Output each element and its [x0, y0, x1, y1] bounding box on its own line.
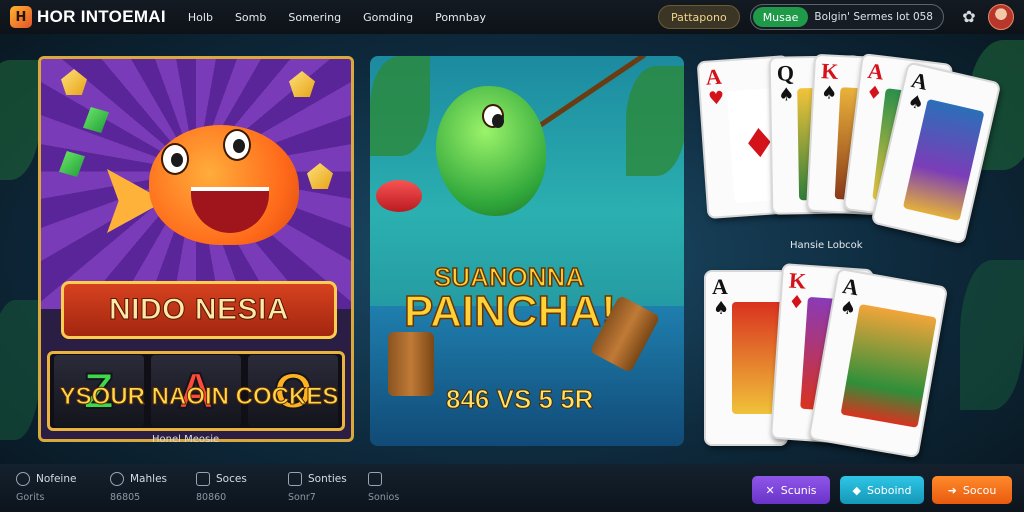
logo-icon: H	[10, 6, 32, 28]
bottom-nav-label: Nofeine	[36, 473, 77, 485]
header-combo-text: Bolgin' Sermes lot 058	[814, 11, 933, 23]
diamond-suit-icon: ♦	[787, 291, 806, 314]
nav-link-pomnbay[interactable]: Pomnbay	[435, 11, 486, 24]
bottom-nav-sub: 80860	[196, 492, 227, 503]
clock-icon	[110, 472, 124, 486]
ribbon-title: NIDO NESIA	[108, 293, 290, 327]
settings-gear-icon[interactable]: ✿	[960, 8, 978, 26]
bottom-nav-item[interactable]: Soces 80860	[196, 472, 247, 503]
user-avatar[interactable]	[988, 4, 1014, 30]
close-x-icon: ✕	[765, 483, 775, 497]
wooden-log	[388, 332, 434, 396]
action-button-orange[interactable]: ➜ Socou	[932, 476, 1012, 504]
fish-eye	[482, 104, 504, 128]
title-ribbon: NIDO NESIA	[61, 281, 337, 339]
slot-caption: YSOUR NAOIN COCKES	[59, 383, 339, 411]
leaf-decor	[626, 66, 684, 176]
cards-top-label: Hansie Lobcok	[790, 240, 863, 251]
monitor-icon	[288, 472, 302, 486]
gamepad-icon: ◆	[852, 483, 862, 497]
top-navbar: H HOR INTOEMAI Holb Somb Somering Gomdin…	[0, 0, 1024, 34]
spade-suit-icon: ♠	[838, 296, 858, 321]
circle-icon	[16, 472, 30, 486]
spade-suit-icon: ♠	[713, 298, 730, 319]
card-rank: A	[840, 272, 861, 301]
action-button-teal[interactable]: ◆ Soboind	[840, 476, 924, 504]
arrow-icon: ➜	[947, 483, 957, 497]
nav-link-holb[interactable]: Holb	[188, 11, 213, 24]
action-button-label: Socou	[962, 483, 997, 497]
bottom-nav-sub: Sonr7	[288, 492, 316, 503]
site-logo[interactable]: H HOR INTOEMAI	[10, 6, 166, 28]
header-green-button[interactable]: Musae	[752, 7, 809, 27]
bottom-nav-sub: 86805	[110, 492, 141, 503]
logo-text: HOR INTOEMAI	[37, 7, 166, 26]
bottom-nav-item[interactable]: Nofeine Gorits	[16, 472, 76, 503]
bottom-nav-sub: Gorits	[16, 492, 45, 503]
bottom-nav-label: Soces	[216, 473, 247, 485]
game-tile-fishing[interactable]: SUANONNA PAINCHA! 846 VS 5 5R	[370, 56, 684, 446]
leaf-decor	[0, 60, 40, 180]
bottom-nav-sub: Sonios	[368, 492, 400, 503]
spade-suit-icon: ♠	[820, 82, 838, 104]
card-rank: A	[712, 274, 728, 299]
nav-link-somering[interactable]: Somering	[288, 11, 341, 24]
fish-eye	[161, 143, 189, 175]
header-account-combo[interactable]: Musae Bolgin' Sermes lot 058	[749, 4, 944, 30]
action-button-label: Soboind	[867, 483, 912, 497]
card-rank: K	[788, 267, 808, 294]
card-rank: A	[704, 63, 723, 90]
action-button-purple[interactable]: ✕ Scunis	[752, 476, 830, 504]
bottom-nav-item[interactable]: Sonties Sonr7	[288, 472, 347, 503]
leaf-decor	[0, 300, 40, 440]
leaf-decor	[960, 260, 1024, 410]
header-pill-button[interactable]: Pattapono	[658, 5, 740, 29]
bag-icon	[368, 472, 382, 486]
spade-suit-icon: ♠	[905, 90, 927, 115]
nav-link-gomding[interactable]: Gomding	[363, 11, 413, 24]
left-tile-label: Honel Meosie	[152, 434, 220, 445]
heart-suit-icon: ♥	[707, 87, 726, 110]
leaf-decor	[370, 56, 430, 156]
card-art	[840, 303, 937, 428]
diamond-suit-icon: ♦	[864, 81, 884, 105]
bottom-nav-label: Sonties	[308, 473, 347, 485]
card-rank: Q	[776, 60, 795, 86]
fish-eye	[223, 129, 251, 161]
card-rank: A	[866, 57, 886, 85]
nav-link-somb[interactable]: Somb	[235, 11, 266, 24]
red-fish-icon	[376, 180, 422, 212]
card-art	[902, 98, 985, 221]
bottom-nav-item[interactable]: Sonios	[368, 472, 399, 503]
spade-suit-icon: ♠	[778, 84, 795, 106]
card-rank: K	[820, 58, 840, 84]
bottom-nav-item[interactable]: Mahles 86805	[110, 472, 167, 503]
fishing-score: 846 VS 5 5R	[445, 384, 594, 415]
bottom-nav-label: Mahles	[130, 473, 167, 485]
action-button-label: Scunis	[780, 483, 817, 497]
chat-icon	[196, 472, 210, 486]
game-tile-slot[interactable]: NIDO NESIA Z A O YSOUR NAOIN COCKES	[38, 56, 354, 442]
